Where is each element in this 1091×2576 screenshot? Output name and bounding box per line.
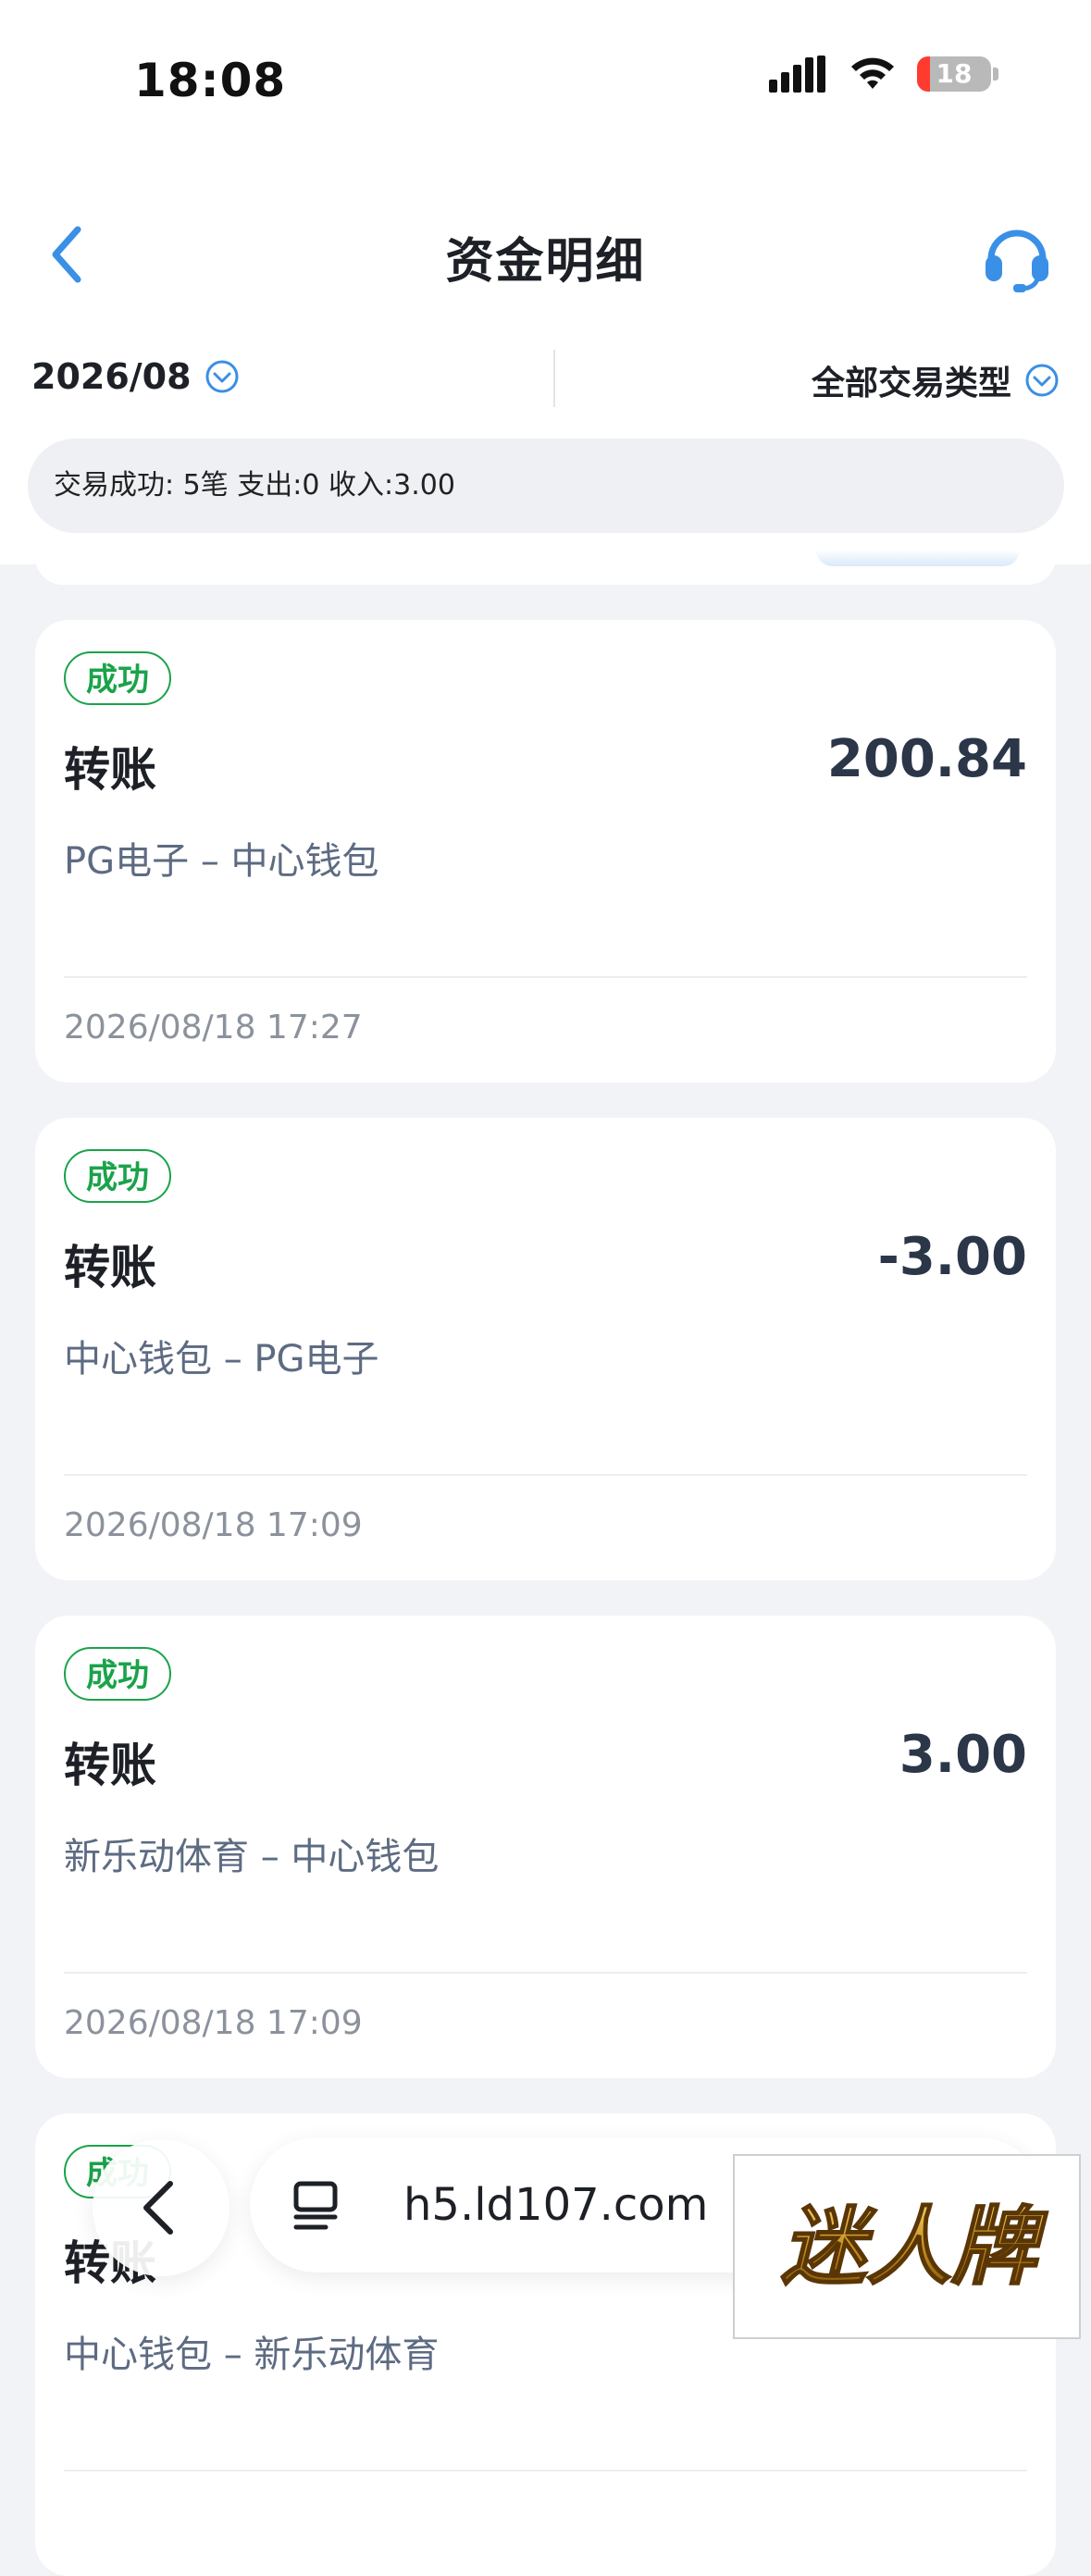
card-divider [64, 1474, 1027, 1476]
transaction-card[interactable]: 成功 转账 -3.00 中心钱包 – PG电子 2026/08/18 17:09 [35, 1118, 1056, 1580]
battery-percent: 18 [936, 58, 973, 89]
card-divider [64, 2470, 1027, 2471]
transaction-title: 转账 [64, 743, 156, 797]
transaction-time: 2026/08/18 17:09 [64, 2004, 363, 2042]
status-badge: 成功 [64, 1149, 171, 1203]
transaction-desc: PG电子 – 中心钱包 [64, 840, 379, 883]
previous-card-button-edge [816, 550, 1020, 566]
browser-url: h5.ld107.com [403, 2179, 709, 2231]
card-divider [64, 976, 1027, 978]
filter-divider [553, 350, 555, 407]
transaction-desc: 中心钱包 – PG电子 [64, 1338, 379, 1381]
card-divider [64, 1972, 1027, 1974]
transaction-title: 转账 [64, 1241, 156, 1294]
signal-icon [769, 56, 825, 93]
transaction-title: 转账 [64, 1739, 156, 1792]
page-menu-icon[interactable] [291, 2180, 341, 2232]
transaction-time: 2026/08/18 17:09 [64, 1506, 363, 1544]
month-filter[interactable]: 2026/08 [31, 356, 240, 397]
transaction-time: 2026/08/18 17:27 [64, 1009, 363, 1046]
month-filter-label: 2026/08 [31, 356, 192, 397]
status-badge: 成功 [64, 1647, 171, 1701]
type-filter[interactable]: 全部交易类型 [812, 356, 1060, 404]
chevron-left-icon [143, 2181, 173, 2235]
page-title: 资金明细 [445, 234, 646, 290]
status-icons: 18 [769, 56, 998, 93]
transaction-card[interactable]: 成功 转账 3.00 新乐动体育 – 中心钱包 2026/08/18 17:09 [35, 1616, 1056, 2078]
type-filter-label: 全部交易类型 [811, 365, 1011, 402]
transaction-desc: 新乐动体育 – 中心钱包 [64, 1836, 440, 1878]
chevron-down-circle-icon [1025, 364, 1059, 397]
transaction-amount: 200.84 [826, 729, 1027, 789]
chevron-down-circle-icon [205, 360, 239, 393]
watermark-logo: 迷人牌 [733, 2154, 1081, 2339]
status-time: 18:08 [134, 54, 287, 107]
transaction-desc: 中心钱包 – 新乐动体育 [64, 2334, 440, 2376]
transaction-amount: -3.00 [877, 1227, 1027, 1287]
battery-icon: 18 [917, 56, 991, 92]
status-badge: 成功 [64, 651, 171, 705]
watermark-text: 迷人牌 [781, 2198, 1048, 2297]
transaction-card[interactable]: 成功 转账 200.84 PG电子 – 中心钱包 2026/08/18 17:2… [35, 620, 1056, 1083]
transaction-amount: 3.00 [899, 1725, 1027, 1785]
wifi-icon [851, 57, 894, 89]
browser-back-button[interactable] [93, 2139, 229, 2276]
summary-bar: 交易成功: 5笔 支出:0 收入:3.00 [28, 439, 1064, 533]
headset-icon[interactable] [980, 218, 1054, 292]
logo-graphic: 迷人牌 [780, 2197, 1049, 2297]
battery-cap [993, 68, 998, 80]
